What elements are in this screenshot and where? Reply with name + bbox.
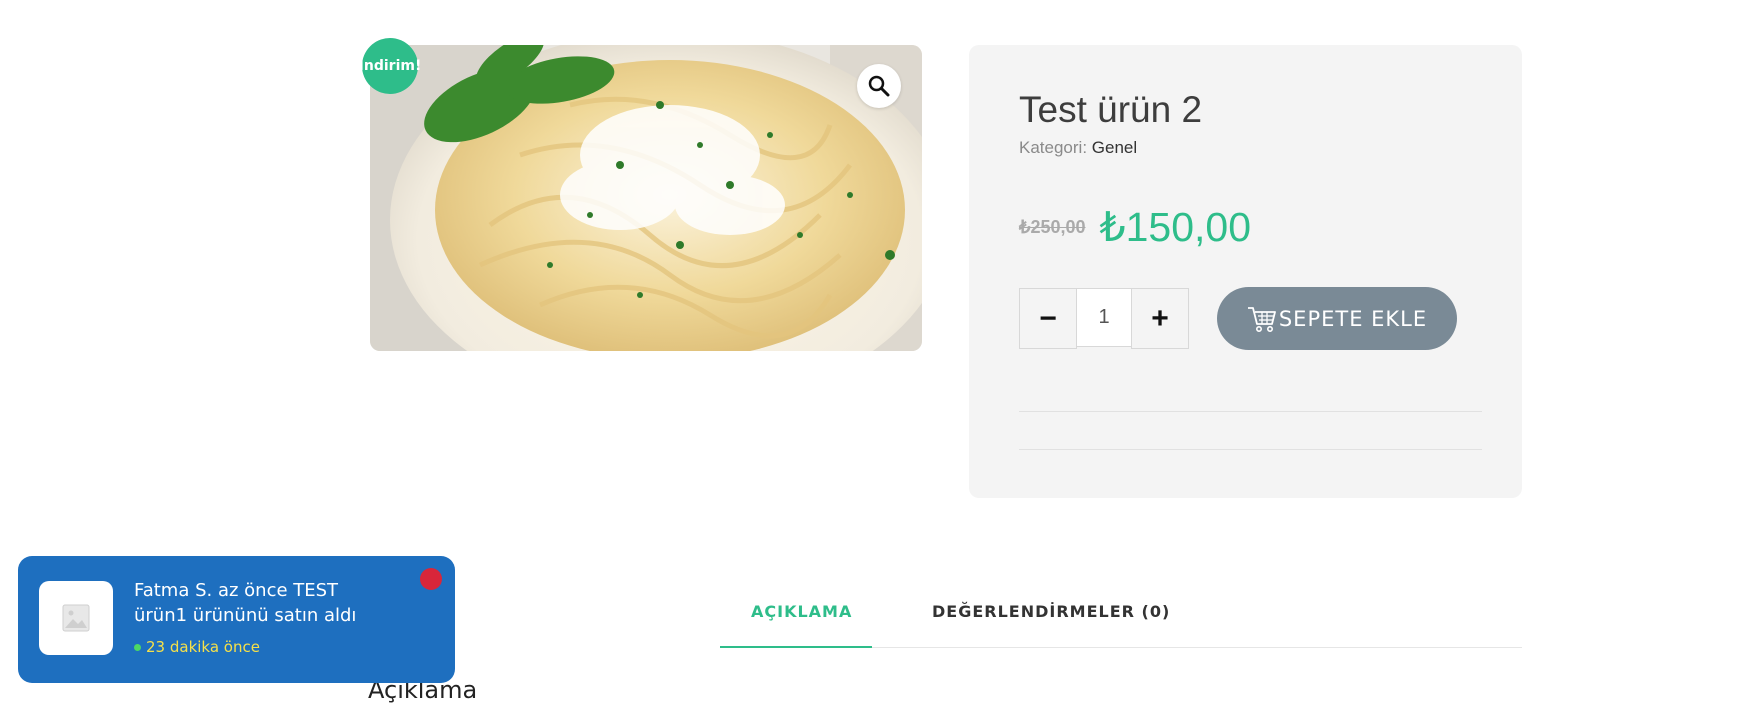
- sale-badge: İndirim!: [359, 38, 421, 94]
- notification-time: 23 dakika önce: [134, 638, 260, 656]
- summary-divider: [1019, 449, 1482, 450]
- product-thumbnail: [39, 581, 113, 655]
- close-notification-button[interactable]: [420, 568, 442, 590]
- pasta-photo: [370, 45, 922, 351]
- tab-description[interactable]: AÇIKLAMA: [751, 602, 852, 621]
- zoom-button[interactable]: [857, 64, 901, 108]
- quantity-input[interactable]: [1077, 288, 1131, 347]
- product-summary: Test ürün 2 Kategori: Genel ₺250,00 ₺150…: [969, 45, 1522, 498]
- category-label: Kategori:: [1019, 138, 1088, 157]
- product-price: ₺250,00 ₺150,00: [1019, 203, 1251, 251]
- add-to-cart-label: SEPETE EKLE: [1278, 306, 1428, 331]
- product-title: Test ürün 2: [1019, 89, 1203, 130]
- notification-time-text: 23 dakika önce: [146, 638, 260, 656]
- category-link[interactable]: Genel: [1092, 138, 1137, 157]
- quantity-stepper: − +: [1019, 288, 1189, 349]
- cart-icon: [1247, 305, 1277, 333]
- tab-reviews[interactable]: DEĞERLENDİRMELER (0): [932, 602, 1170, 621]
- magnifier-icon: [868, 75, 890, 97]
- purchase-notification[interactable]: Fatma S. az önce TEST ürün1 ürününü satı…: [18, 556, 455, 683]
- old-price: ₺250,00: [1019, 216, 1086, 237]
- add-to-cart-button[interactable]: SEPETE EKLE: [1217, 287, 1457, 350]
- sale-price: ₺150,00: [1099, 204, 1252, 250]
- online-dot-icon: [134, 643, 141, 651]
- decrease-quantity-button[interactable]: −: [1019, 288, 1077, 349]
- increase-quantity-button[interactable]: +: [1131, 288, 1189, 349]
- product-image[interactable]: [370, 45, 922, 351]
- notification-message: Fatma S. az önce TEST ürün1 ürününü satı…: [134, 580, 357, 626]
- image-placeholder-icon: [62, 604, 90, 632]
- summary-divider: [1019, 411, 1482, 412]
- product-category: Kategori: Genel: [1019, 138, 1137, 158]
- active-tab-indicator: [720, 646, 872, 648]
